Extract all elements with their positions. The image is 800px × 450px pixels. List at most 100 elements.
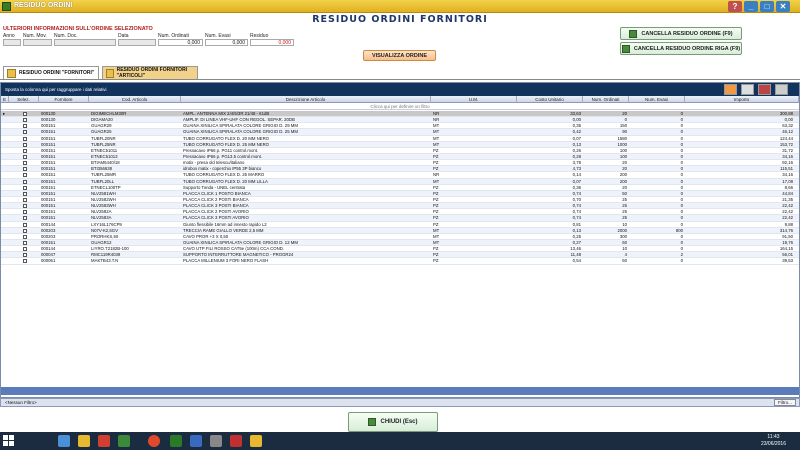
folder-icon[interactable] (78, 435, 90, 447)
row-checkbox[interactable] (23, 167, 27, 172)
cell-evasi: 0 (680, 141, 683, 147)
cell-cod-articolo: TUBFL25MR (91, 172, 117, 178)
row-checkbox[interactable] (23, 112, 27, 116)
cell-importo: 31,72 (782, 147, 793, 153)
app-red2-icon[interactable] (230, 435, 242, 447)
cancel-order-button[interactable]: CANCELLA RESIDUO ORDINE (F9) (620, 27, 742, 40)
row-checkbox[interactable] (23, 240, 27, 245)
row-checkbox[interactable] (23, 148, 27, 153)
row-checkbox[interactable] (23, 259, 27, 264)
cell-importo: 22,42 (782, 203, 793, 209)
word-icon[interactable] (190, 435, 202, 447)
cell-descrizione: CAVO PROR +3 X 0,50 (183, 233, 229, 239)
row-checkbox[interactable] (23, 154, 27, 159)
row-checkbox[interactable] (23, 210, 27, 215)
cell-cod-articolo: TUBFL25NR (91, 141, 116, 147)
cell-fornitore: 000203 (41, 227, 56, 233)
cell-evasi: 0 (680, 258, 683, 264)
app-gray-icon[interactable] (210, 435, 222, 447)
row-checkbox[interactable] (23, 253, 27, 258)
cell-fornitore: 000151 (41, 141, 56, 147)
col-ordinati[interactable]: Num. Ordinati (583, 96, 629, 103)
row-checkbox[interactable] (23, 130, 27, 135)
tab-residuo-articoli[interactable]: RESIDUO ORDINI FORNITORI "ARTICOLI" (102, 66, 198, 79)
cell-evasi: 0 (680, 147, 683, 153)
print-icon[interactable] (741, 84, 754, 95)
filter-hint: Clicca qui per definire un filtro (370, 104, 430, 109)
export-icon[interactable] (724, 84, 737, 95)
cell-fornitore: 000130 (41, 117, 56, 123)
row-checkbox[interactable] (23, 228, 27, 233)
help-icon[interactable]: ? (728, 1, 742, 12)
table-row[interactable]: 000061 MAKTB43.T.N PLACCA MILLENIUM 3 FORI… (1, 258, 799, 265)
filter-row[interactable]: Clicca qui per definire un filtro (1, 103, 799, 110)
row-checkbox[interactable] (23, 191, 27, 196)
tab-residuo-fornitori[interactable]: RESIDUO ORDINI "FORNITORI" (3, 66, 99, 79)
row-checkbox[interactable] (23, 234, 27, 239)
settings-icon[interactable] (775, 84, 788, 95)
row-checkbox[interactable] (23, 222, 27, 227)
row-checkbox[interactable] (23, 161, 27, 166)
minimize-button[interactable]: _ (744, 1, 758, 12)
cell-ordinati: 25 (622, 203, 627, 209)
row-checkbox[interactable] (23, 247, 27, 252)
cell-importo: 39,53 (782, 258, 793, 264)
trash-icon (629, 29, 638, 38)
row-checkbox[interactable] (23, 197, 27, 202)
cell-um: PZ (433, 258, 439, 264)
cell-costo: 0,27 (572, 239, 581, 245)
cell-ordinati: 100 (619, 147, 627, 153)
horizontal-scrollbar[interactable] (1, 387, 799, 395)
cell-costo: 0,74 (572, 190, 581, 196)
cell-fornitore: 000151 (41, 135, 56, 141)
cell-descrizione: AMPLIF. DI LINEA VHF-UHF CON REGOL. SEPA… (183, 117, 295, 123)
row-checkbox[interactable] (23, 142, 27, 147)
row-checkbox[interactable] (23, 216, 27, 221)
view-order-button[interactable]: VISUALIZZA ORDINE (363, 50, 436, 61)
chrome-icon[interactable] (148, 435, 160, 447)
col-descrizione[interactable]: Descrizione Articolo (181, 96, 431, 103)
cancel-row-button[interactable]: CANCELLA RESIDUO ORDINE RIGA (F9) (620, 42, 742, 55)
row-checkbox[interactable] (23, 124, 27, 129)
cell-descrizione: PLACCA MILLENIUM 3 FORI NERO FLASH (183, 258, 269, 264)
cell-evasi: 0 (680, 153, 683, 159)
excel-icon[interactable] (170, 435, 182, 447)
explorer-icon[interactable] (58, 435, 70, 447)
cell-importo: 300,88 (779, 111, 793, 116)
filter-button[interactable]: Filtro... (774, 399, 796, 406)
cell-um: PZ (433, 252, 439, 258)
cell-fornitore: 000130 (41, 111, 56, 116)
row-checkbox[interactable] (23, 173, 27, 178)
col-um[interactable]: U.M. (431, 96, 517, 103)
cell-costo: 0,35 (572, 123, 581, 129)
close-button[interactable]: CHIUDI (Esc) (348, 412, 438, 432)
cell-um: PZ (433, 184, 439, 190)
col-importo[interactable]: Importo (685, 96, 799, 103)
col-costo[interactable]: Costo Unitario (517, 96, 583, 103)
cell-fornitore: 000047 (41, 252, 56, 258)
cell-descrizione: SUPPORTO INTERRUTTORE MAGNETICO - PROGR2… (183, 252, 294, 258)
row-checkbox[interactable] (23, 204, 27, 209)
close-window-button[interactable]: ✕ (776, 1, 790, 12)
windows-start-icon[interactable] (3, 435, 15, 447)
cell-fornitore: 000151 (41, 196, 56, 202)
col-fornitore[interactable]: Fornitore (39, 96, 89, 103)
excel-icon[interactable] (758, 84, 771, 95)
row-checkbox[interactable] (23, 179, 27, 184)
app-gold-icon[interactable] (250, 435, 262, 447)
clock[interactable]: 11:43 23/06/2016 (761, 434, 786, 448)
row-checkbox[interactable] (23, 185, 27, 190)
col-cod-articolo[interactable]: Cod. Articolo (89, 96, 181, 103)
row-checkbox[interactable] (23, 118, 27, 123)
cell-descrizione: PLACCA CLICK 3 POSTI AVORIO (183, 215, 249, 221)
row-checkbox[interactable] (23, 136, 27, 141)
clock-date: 23/06/2016 (760, 441, 786, 447)
cell-descrizione: idrobox matix - coperchio IP55 3P bianco (183, 166, 262, 172)
cell-ordinati: 20 (622, 111, 627, 116)
col-selez[interactable]: Selez. (9, 96, 39, 103)
col-e[interactable]: E (1, 96, 9, 103)
app-green-icon[interactable] (118, 435, 130, 447)
maximize-button[interactable]: □ (760, 1, 774, 12)
app-red-icon[interactable] (98, 435, 110, 447)
col-evasi[interactable]: Num. Evasi (629, 96, 685, 103)
